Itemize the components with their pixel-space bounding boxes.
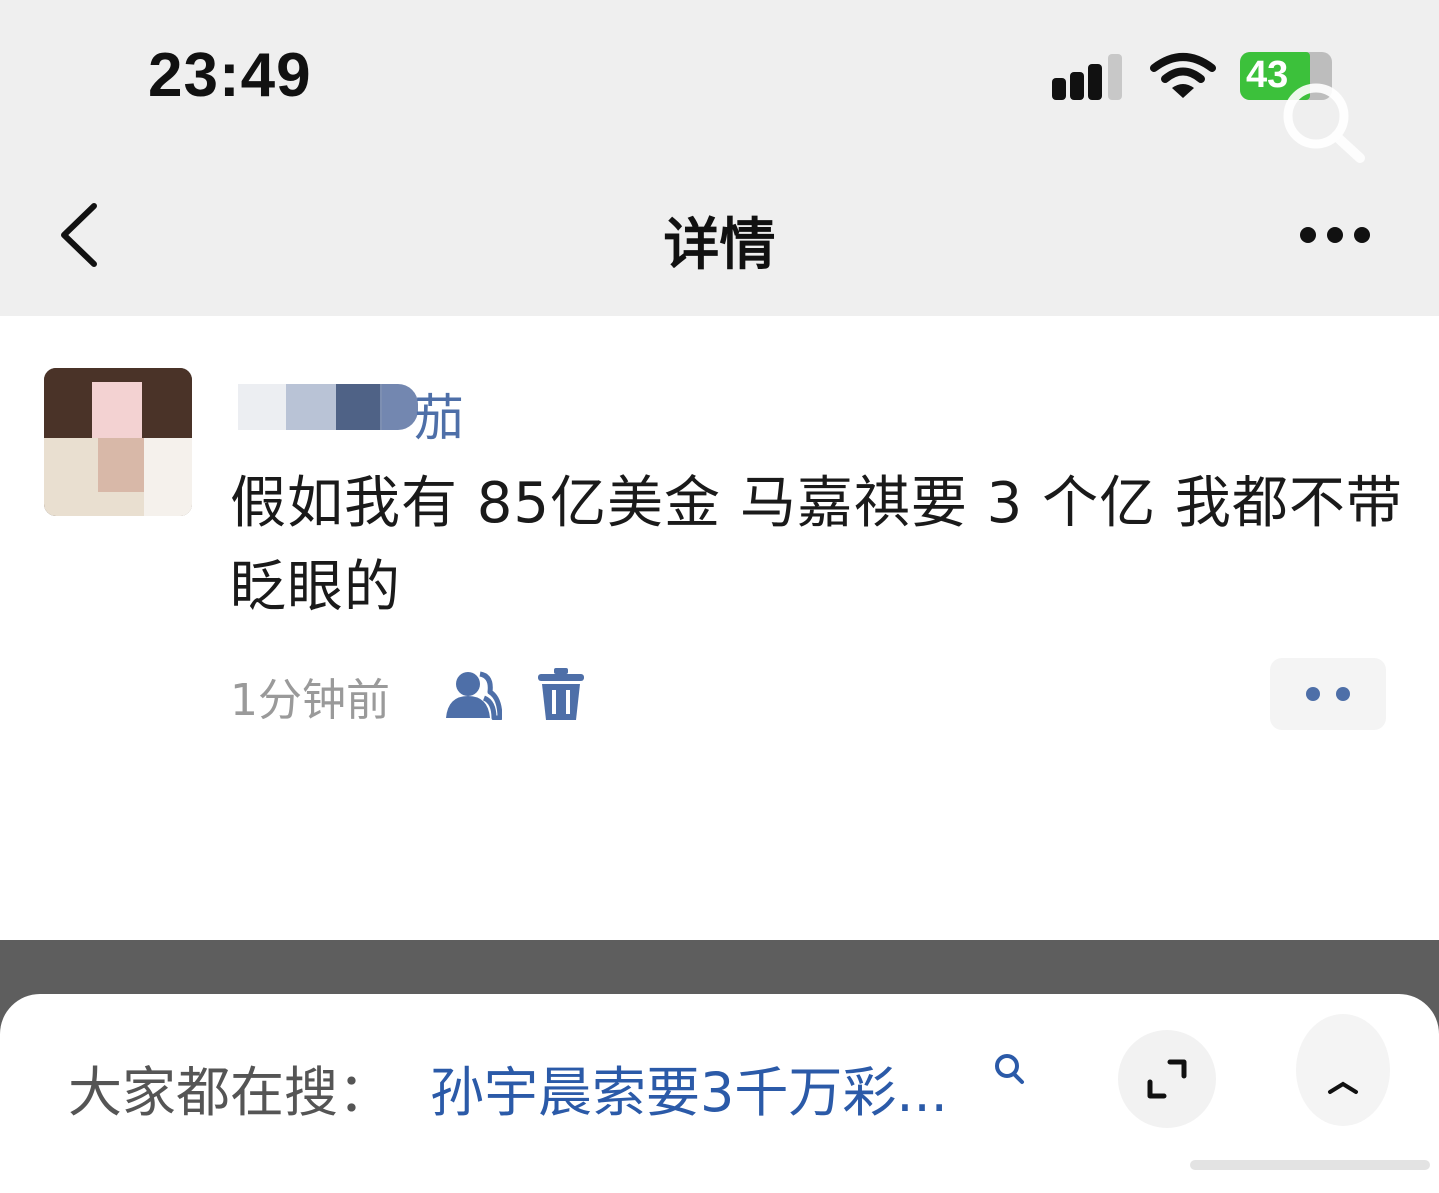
post-text: 假如我有 85亿美金 马嘉祺要 3 个亿 我都不带眨眼的 xyxy=(230,471,1403,620)
author-name-mosaic xyxy=(232,380,418,434)
avatar-pixel xyxy=(98,438,148,492)
post-timestamp: 1分钟前 xyxy=(230,675,390,726)
expand-icon xyxy=(1147,1059,1187,1099)
avatar-pixel xyxy=(92,382,142,438)
top-bar: 23:49 43 详情 xyxy=(0,0,1439,316)
expand-button[interactable] xyxy=(1118,1030,1216,1128)
chevron-up-icon xyxy=(1328,1081,1358,1094)
trending-label: 大家都在搜： xyxy=(68,1061,392,1124)
avatar[interactable] xyxy=(44,368,192,516)
more-options-icon[interactable] xyxy=(1298,222,1372,248)
delete-icon[interactable] xyxy=(538,668,584,722)
dot-icon xyxy=(1336,687,1350,701)
author-name[interactable]: 茄 xyxy=(414,378,464,450)
trending-query-link[interactable]: 孙宇晨索要3千万彩... xyxy=(430,1048,948,1127)
home-indicator xyxy=(1190,1160,1430,1170)
avatar-pixel xyxy=(144,438,192,516)
comment-like-button[interactable] xyxy=(1270,658,1386,730)
collapse-button[interactable] xyxy=(1296,1014,1390,1126)
search-icon[interactable] xyxy=(992,1052,1026,1086)
wifi-icon xyxy=(1150,53,1216,98)
signal-icon xyxy=(1052,54,1122,100)
search-icon[interactable] xyxy=(1276,80,1368,166)
dot-icon xyxy=(1306,687,1320,701)
page-title: 详情 xyxy=(663,213,776,278)
status-time: 23:49 xyxy=(148,41,312,110)
friends-visibility-icon[interactable] xyxy=(444,670,502,720)
